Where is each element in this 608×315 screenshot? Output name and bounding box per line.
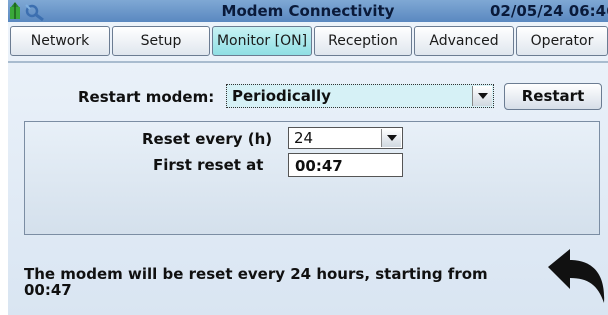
restart-mode-select[interactable]: Periodically bbox=[226, 84, 494, 108]
datetime: 02/05/24 06:46 bbox=[490, 2, 608, 20]
chevron-down-icon[interactable] bbox=[381, 129, 401, 147]
first-reset-input[interactable]: 00:47 bbox=[288, 153, 403, 177]
tab-operator[interactable]: Operator bbox=[516, 26, 608, 56]
restart-button[interactable]: Restart bbox=[504, 83, 602, 110]
tab-divider bbox=[8, 61, 608, 63]
reset-every-label: Reset every (h) bbox=[142, 130, 273, 148]
tab-network[interactable]: Network bbox=[10, 26, 110, 56]
status-message: The modem will be reset every 24 hours, … bbox=[24, 265, 488, 299]
back-arrow-icon[interactable] bbox=[544, 247, 608, 305]
tab-bar: Network Setup Monitor [ON] Reception Adv… bbox=[8, 23, 608, 59]
reset-every-select[interactable]: 24 bbox=[288, 127, 403, 149]
tab-setup[interactable]: Setup bbox=[112, 26, 210, 56]
tab-monitor[interactable]: Monitor [ON] bbox=[212, 26, 312, 56]
first-reset-value: 00:47 bbox=[295, 157, 343, 175]
restart-modem-label: Restart modem: bbox=[78, 88, 215, 106]
restart-mode-value: Periodically bbox=[232, 87, 331, 105]
reset-every-value: 24 bbox=[294, 129, 314, 147]
first-reset-label: First reset at bbox=[153, 156, 264, 174]
title-bar: Modem Connectivity 02/05/24 06:46 bbox=[8, 0, 608, 22]
modem-connectivity-screen: Modem Connectivity 02/05/24 06:46 Networ… bbox=[8, 0, 608, 315]
tab-advanced[interactable]: Advanced bbox=[414, 26, 514, 56]
tab-reception[interactable]: Reception bbox=[314, 26, 412, 56]
chevron-down-icon[interactable] bbox=[472, 86, 492, 106]
